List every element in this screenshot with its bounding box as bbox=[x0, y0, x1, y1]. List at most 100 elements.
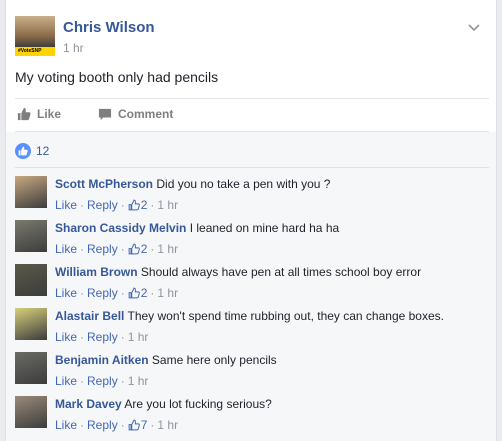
commenter-avatar[interactable] bbox=[15, 308, 47, 340]
commenter-name[interactable]: Alastair Bell bbox=[55, 309, 124, 323]
comment-timestamp[interactable]: 1 hr bbox=[128, 330, 149, 344]
comment-reply-link[interactable]: Reply bbox=[87, 330, 118, 344]
commenter-avatar[interactable] bbox=[15, 352, 47, 384]
separator: · bbox=[120, 242, 125, 256]
comment-like-link[interactable]: Like bbox=[55, 330, 77, 344]
comment-item: Mark Davey Are you lot fucking serious? L… bbox=[15, 396, 489, 440]
comment-timestamp[interactable]: 1 hr bbox=[157, 198, 178, 212]
comment-timestamp[interactable]: 1 hr bbox=[157, 242, 178, 256]
comment-item: Scott McPherson Did you no take a pen wi… bbox=[15, 176, 489, 220]
comment-like-count[interactable]: 7 bbox=[128, 418, 148, 432]
comment-like-link[interactable]: Like bbox=[55, 418, 77, 432]
separator: · bbox=[120, 198, 125, 212]
separator: · bbox=[120, 418, 125, 432]
likes-count: 12 bbox=[36, 144, 50, 158]
avatar-badge: #VoteSNP bbox=[15, 47, 55, 56]
comment-reply-link[interactable]: Reply bbox=[87, 286, 118, 300]
comment-item: William Brown Should always have pen at … bbox=[15, 264, 489, 308]
post-card: #VoteSNP Chris Wilson 1 hr My voting boo… bbox=[5, 0, 497, 441]
comment-like-number: 2 bbox=[140, 198, 148, 212]
like-button[interactable]: Like bbox=[17, 107, 61, 121]
separator: · bbox=[80, 374, 85, 388]
commenter-name[interactable]: Mark Davey bbox=[55, 397, 122, 411]
thumbs-up-outline-icon bbox=[128, 199, 140, 211]
comment-text: Did you no take a pen with you ? bbox=[156, 177, 331, 191]
comment-like-number: 2 bbox=[140, 286, 148, 300]
separator: · bbox=[80, 198, 85, 212]
comment-reply-link[interactable]: Reply bbox=[87, 418, 118, 432]
thumbs-up-icon bbox=[17, 107, 31, 121]
comment-meta: Like · Reply · 7 · 1 hr bbox=[55, 418, 178, 432]
post-actions-bar: Like Comment bbox=[15, 98, 489, 132]
comment-meta: Like · Reply · 2 · 1 hr bbox=[55, 242, 178, 256]
comment-like-link[interactable]: Like bbox=[55, 242, 77, 256]
comment-meta: Like · Reply · 1 hr bbox=[55, 374, 148, 388]
comment-meta: Like · Reply · 1 hr bbox=[55, 330, 148, 344]
commenter-name[interactable]: Sharon Cassidy Melvin bbox=[55, 221, 186, 235]
separator: · bbox=[120, 374, 125, 388]
commenter-name[interactable]: William Brown bbox=[55, 265, 138, 279]
like-reaction-icon bbox=[15, 143, 31, 159]
separator: · bbox=[150, 242, 155, 256]
post-timestamp[interactable]: 1 hr bbox=[63, 41, 84, 55]
comment-body: Alastair Bell They won't spend time rubb… bbox=[55, 308, 485, 324]
comment-meta: Like · Reply · 2 · 1 hr bbox=[55, 198, 178, 212]
comment-like-link[interactable]: Like bbox=[55, 286, 77, 300]
post-header: #VoteSNP Chris Wilson 1 hr bbox=[15, 16, 485, 60]
comment-like-count[interactable]: 2 bbox=[128, 242, 148, 256]
commenter-avatar[interactable] bbox=[15, 176, 47, 208]
commenter-avatar[interactable] bbox=[15, 396, 47, 428]
comment-timestamp[interactable]: 1 hr bbox=[157, 286, 178, 300]
likes-summary[interactable]: 12 bbox=[15, 142, 49, 160]
comment-body: Scott McPherson Did you no take a pen wi… bbox=[55, 176, 485, 192]
chevron-down-icon[interactable] bbox=[467, 20, 481, 34]
post-author[interactable]: Chris Wilson bbox=[63, 19, 155, 36]
comments-section: 12 Scott McPherson Did you no take a pen… bbox=[6, 132, 496, 441]
comment-item: Benjamin Aitken Same here only pencils Li… bbox=[15, 352, 489, 396]
like-button-label: Like bbox=[37, 107, 62, 121]
separator: · bbox=[120, 286, 125, 300]
separator: · bbox=[80, 242, 85, 256]
separator: · bbox=[80, 330, 85, 344]
comment-text: They won't spend time rubbing out, they … bbox=[127, 309, 445, 323]
comment-button-label: Comment bbox=[118, 107, 174, 121]
comment-body: Mark Davey Are you lot fucking serious? bbox=[55, 396, 485, 412]
comment-body: William Brown Should always have pen at … bbox=[55, 264, 485, 280]
separator: · bbox=[120, 330, 125, 344]
separator: · bbox=[80, 286, 85, 300]
comment-text: Same here only pencils bbox=[151, 353, 277, 367]
commenter-name[interactable]: Benjamin Aitken bbox=[55, 353, 149, 367]
comment-like-number: 7 bbox=[140, 418, 148, 432]
separator: · bbox=[150, 418, 155, 432]
comment-reply-link[interactable]: Reply bbox=[87, 374, 118, 388]
commenter-avatar[interactable] bbox=[15, 220, 47, 252]
thumbs-up-outline-icon bbox=[128, 287, 140, 299]
comment-button[interactable]: Comment bbox=[98, 107, 173, 121]
comment-text: Are you lot fucking serious? bbox=[124, 397, 272, 411]
comment-reply-link[interactable]: Reply bbox=[87, 242, 118, 256]
comment-text: I leaned on mine hard ha ha bbox=[189, 221, 340, 235]
comment-timestamp[interactable]: 1 hr bbox=[157, 418, 178, 432]
comment-text: Should always have pen at all times scho… bbox=[140, 265, 422, 279]
comment-like-count[interactable]: 2 bbox=[128, 198, 148, 212]
comment-body: Sharon Cassidy Melvin I leaned on mine h… bbox=[55, 220, 485, 236]
comment-icon bbox=[98, 108, 112, 120]
comment-meta: Like · Reply · 2 · 1 hr bbox=[55, 286, 178, 300]
separator: · bbox=[150, 198, 155, 212]
divider bbox=[15, 167, 489, 168]
author-avatar[interactable]: #VoteSNP bbox=[15, 16, 55, 56]
thumbs-up-outline-icon bbox=[128, 419, 140, 431]
comment-reply-link[interactable]: Reply bbox=[87, 198, 118, 212]
separator: · bbox=[80, 418, 85, 432]
comment-item: Alastair Bell They won't spend time rubb… bbox=[15, 308, 489, 352]
comment-timestamp[interactable]: 1 hr bbox=[128, 374, 149, 388]
comment-body: Benjamin Aitken Same here only pencils bbox=[55, 352, 485, 368]
comment-like-count[interactable]: 2 bbox=[128, 286, 148, 300]
commenter-name[interactable]: Scott McPherson bbox=[55, 177, 153, 191]
comment-like-number: 2 bbox=[140, 242, 148, 256]
commenter-avatar[interactable] bbox=[15, 264, 47, 296]
separator: · bbox=[150, 286, 155, 300]
comment-item: Sharon Cassidy Melvin I leaned on mine h… bbox=[15, 220, 489, 264]
comment-like-link[interactable]: Like bbox=[55, 374, 77, 388]
comment-like-link[interactable]: Like bbox=[55, 198, 77, 212]
